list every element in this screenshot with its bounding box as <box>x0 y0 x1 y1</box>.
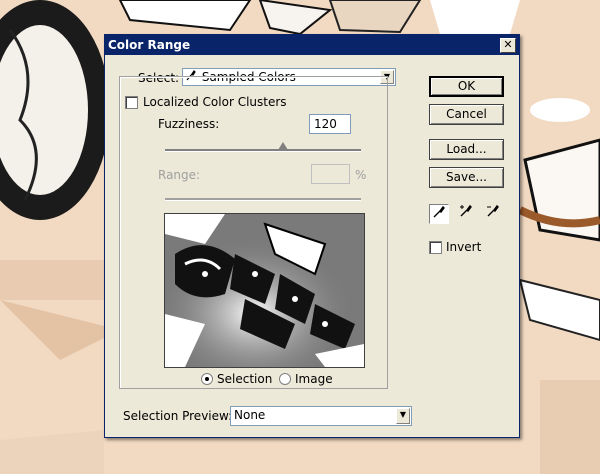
selection-radio[interactable] <box>201 373 213 385</box>
image-radio[interactable] <box>279 373 291 385</box>
selection-preview-value: None <box>234 408 266 422</box>
chevron-down-icon[interactable]: ▼ <box>396 408 410 424</box>
title-bar: Color Range ✕ <box>105 35 519 55</box>
save-button[interactable]: Save... <box>429 167 504 188</box>
eyedropper-icon[interactable] <box>429 204 449 224</box>
ok-button[interactable]: OK <box>429 76 504 97</box>
eyedropper-minus-icon[interactable] <box>483 204 503 224</box>
invert-checkbox[interactable] <box>429 241 442 254</box>
selection-radio-label: Selection <box>217 372 273 386</box>
eyedropper-plus-icon[interactable] <box>456 204 476 224</box>
image-radio-label: Image <box>295 372 333 386</box>
preview-thumbnail <box>164 213 365 368</box>
close-button[interactable]: ✕ <box>500 38 516 53</box>
load-button[interactable]: Load... <box>429 139 504 160</box>
dialog-title: Color Range <box>108 38 191 52</box>
color-range-dialog: Color Range ✕ Select: Sampled Colors ▼ L… <box>104 34 520 438</box>
invert-label: Invert <box>446 240 482 254</box>
selection-preview-dropdown[interactable]: None ▼ <box>230 406 412 426</box>
selection-preview-label: Selection Preview: <box>123 409 233 423</box>
close-icon: ✕ <box>503 38 513 51</box>
cancel-button[interactable]: Cancel <box>429 104 504 125</box>
